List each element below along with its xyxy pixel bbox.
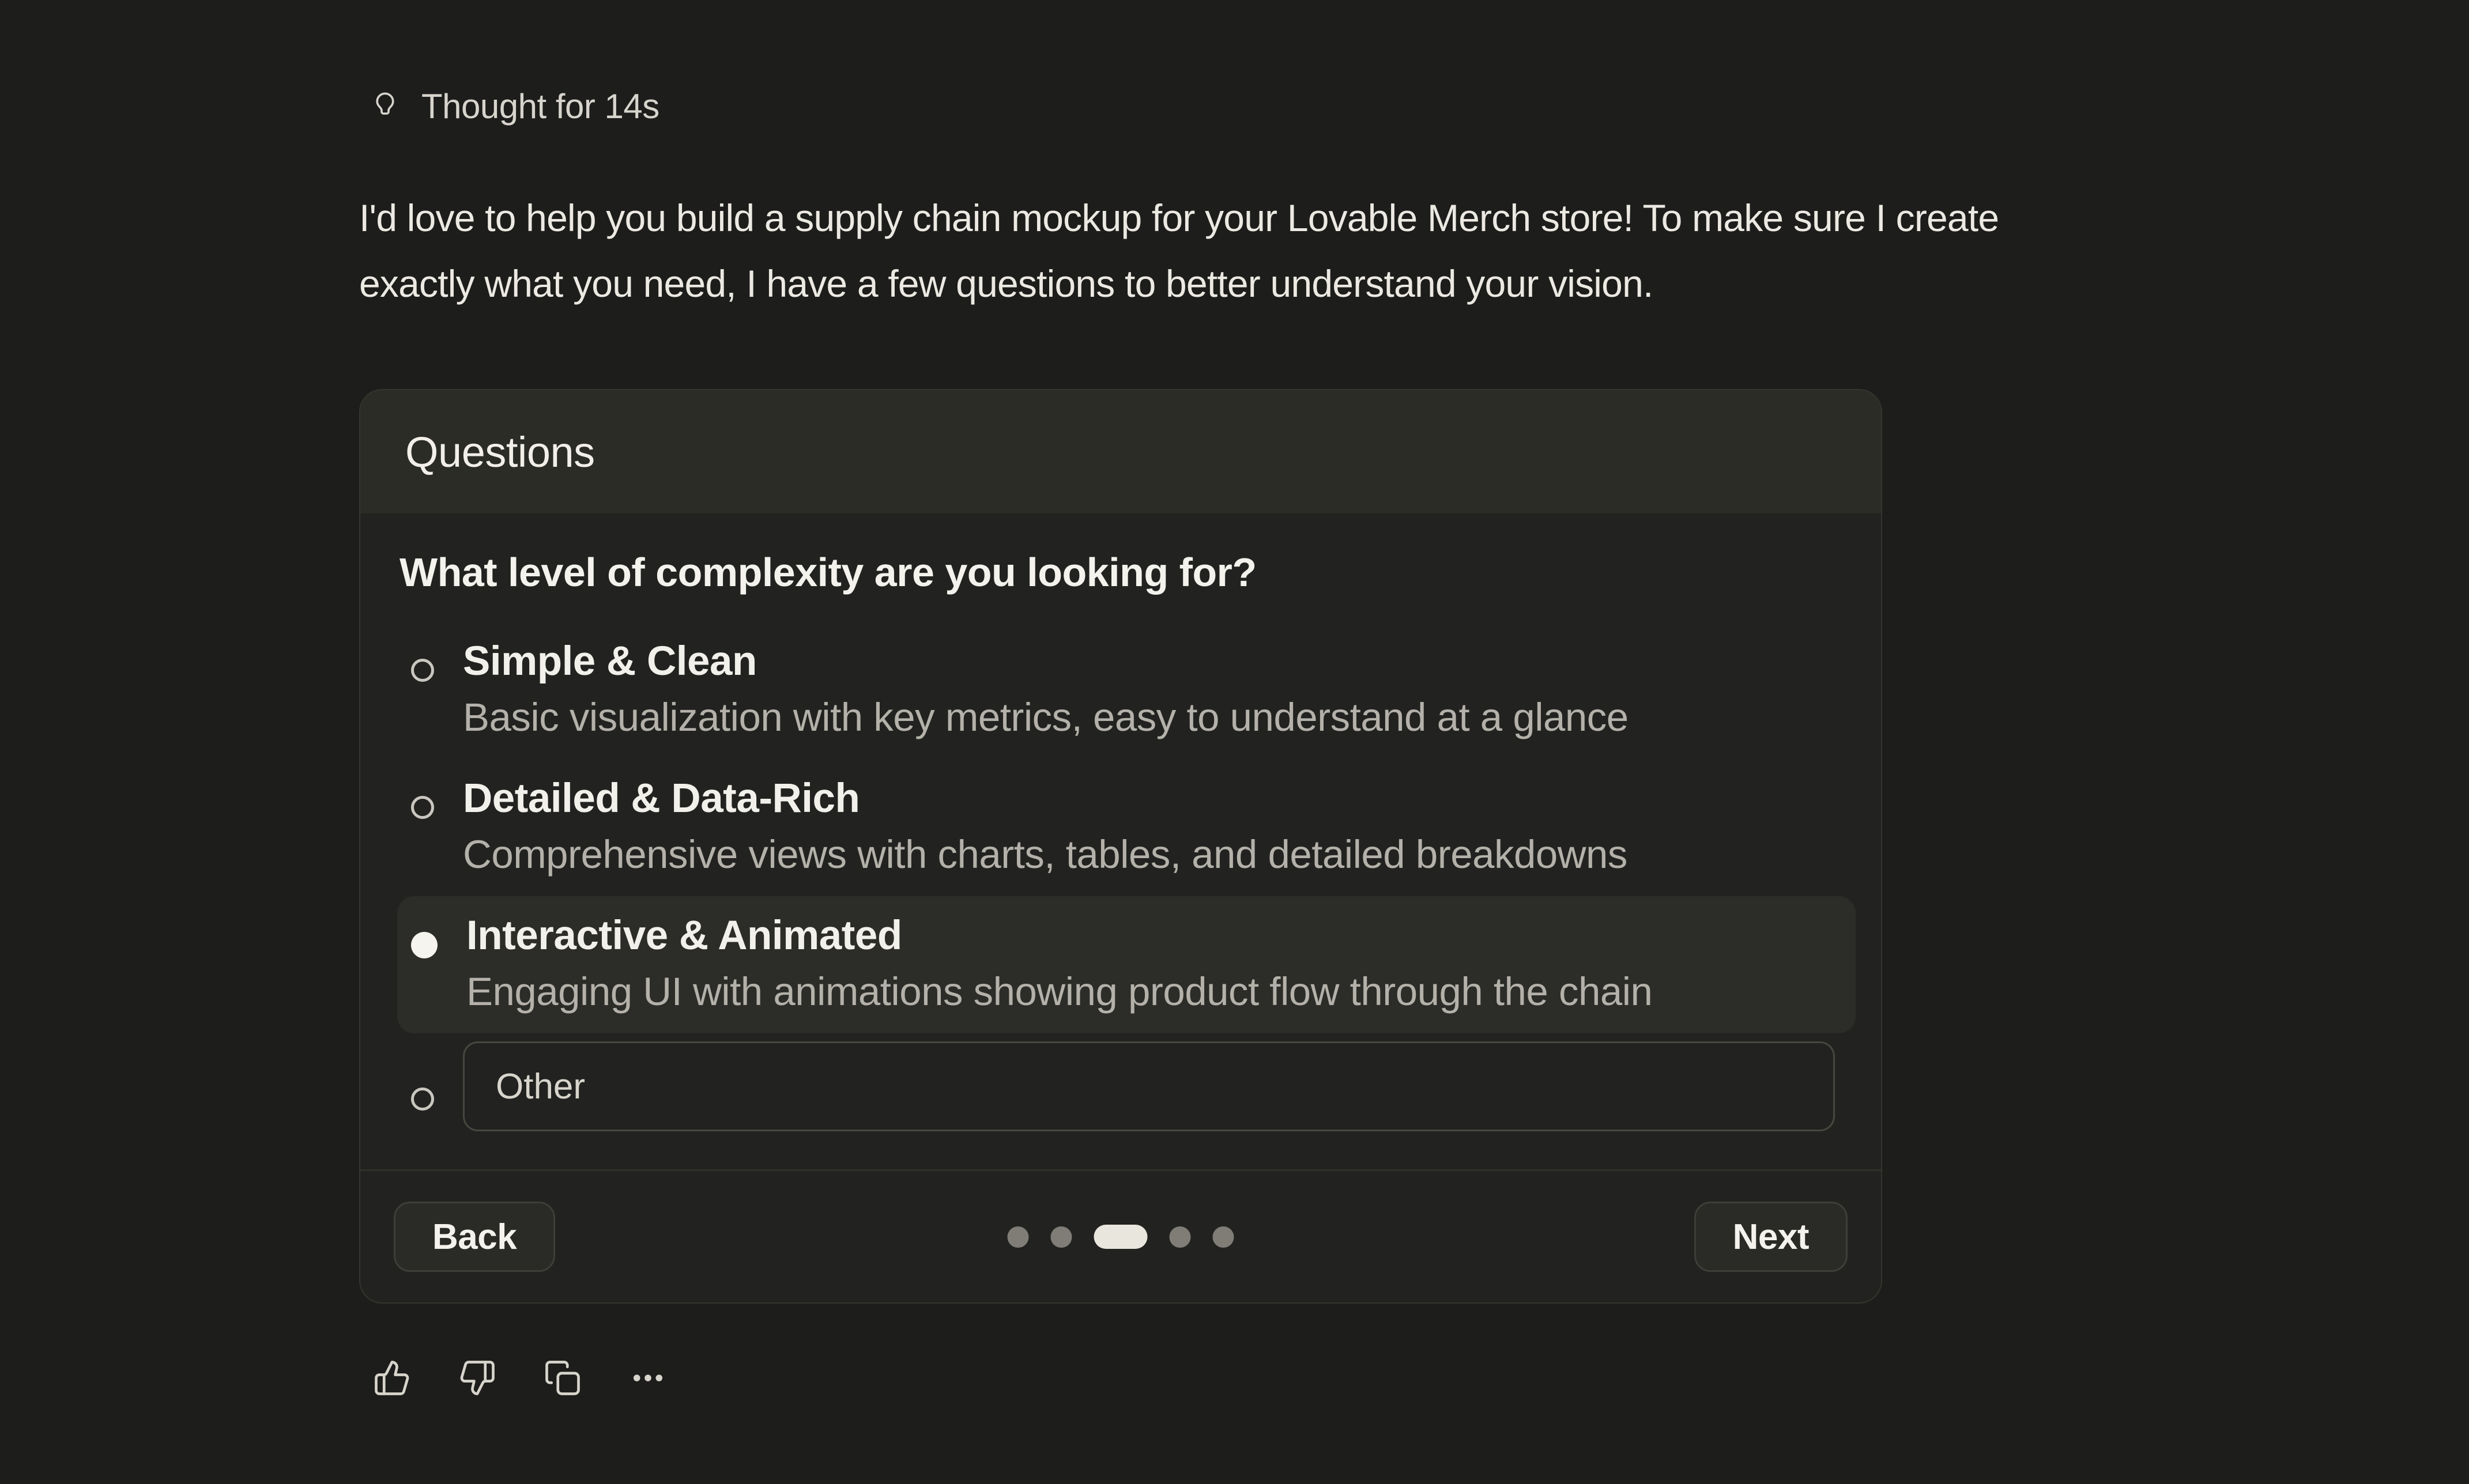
copy-button[interactable]: [544, 1359, 582, 1397]
question-text: What level of complexity are you looking…: [397, 546, 1856, 599]
option-text: Detailed & Data-Rich Comprehensive views…: [463, 771, 1627, 882]
radio-unselected-icon: [411, 796, 434, 819]
option-interactive-animated[interactable]: Interactive & Animated Engaging UI with …: [397, 896, 1856, 1033]
pagination-dot: [1213, 1226, 1234, 1248]
back-button[interactable]: Back: [394, 1202, 555, 1272]
thought-label: Thought for 14s: [421, 86, 659, 126]
thumbs-up-icon: [373, 1359, 411, 1397]
option-description: Engaging UI with animations showing prod…: [466, 964, 1652, 1019]
thought-summary-toggle[interactable]: Thought for 14s: [368, 86, 659, 126]
assistant-message: I'd love to help you build a supply chai…: [359, 185, 2469, 316]
more-options-button[interactable]: [629, 1359, 667, 1397]
option-title: Detailed & Data-Rich: [463, 771, 1627, 827]
radio-unselected-icon: [411, 1087, 434, 1111]
questions-card: Questions What level of complexity are y…: [359, 389, 1882, 1304]
option-simple-clean[interactable]: Simple & Clean Basic visualization with …: [397, 622, 1856, 759]
next-button[interactable]: Next: [1694, 1202, 1848, 1272]
thumbs-down-icon: [458, 1359, 496, 1397]
pagination-dots: [1008, 1225, 1234, 1249]
copy-icon: [544, 1359, 582, 1397]
card-title: Questions: [405, 428, 595, 477]
option-description: Basic visualization with key metrics, ea…: [463, 690, 1629, 745]
thumbs-down-button[interactable]: [458, 1359, 496, 1397]
radio-selected-icon: [411, 932, 438, 958]
questions-card-header: Questions: [360, 390, 1881, 513]
option-text: Simple & Clean Basic visualization with …: [463, 633, 1629, 745]
option-title: Interactive & Animated: [466, 908, 1652, 964]
lightbulb-icon: [368, 90, 402, 123]
option-detailed-data-rich[interactable]: Detailed & Data-Rich Comprehensive views…: [397, 759, 1856, 896]
pagination-dot-active: [1094, 1225, 1148, 1249]
other-option-input[interactable]: [463, 1041, 1835, 1131]
message-actions: [373, 1359, 2469, 1397]
ellipsis-icon: [629, 1359, 667, 1397]
option-title: Simple & Clean: [463, 633, 1629, 690]
option-description: Comprehensive views with charts, tables,…: [463, 827, 1627, 882]
options-list: Simple & Clean Basic visualization with …: [397, 622, 1856, 1139]
radio-unselected-icon: [411, 659, 434, 682]
option-text: Interactive & Animated Engaging UI with …: [466, 908, 1652, 1019]
assistant-message-line: I'd love to help you build a supply chai…: [359, 185, 2469, 251]
pagination-dot: [1008, 1226, 1029, 1248]
pagination-dot: [1051, 1226, 1072, 1248]
chat-message-container: Thought for 14s I'd love to help you bui…: [0, 0, 2469, 1397]
questions-card-footer: Back Next: [360, 1171, 1881, 1302]
assistant-message-line: exactly what you need, I have a few ques…: [359, 251, 2469, 316]
pagination-dot: [1170, 1226, 1191, 1248]
questions-card-body: What level of complexity are you looking…: [360, 513, 1881, 1139]
thumbs-up-button[interactable]: [373, 1359, 411, 1397]
option-other[interactable]: [397, 1033, 1856, 1139]
